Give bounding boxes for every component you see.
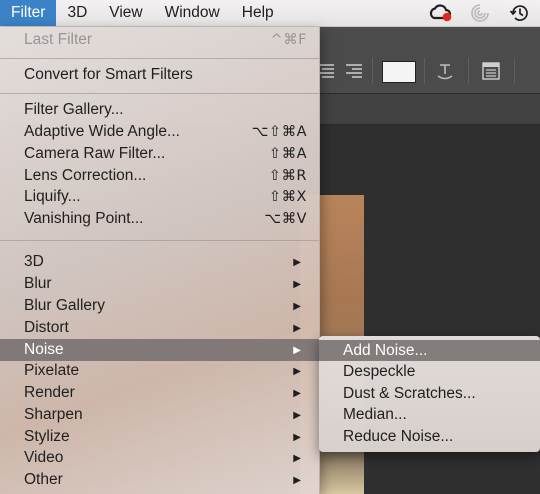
toolbar-divider bbox=[424, 58, 425, 84]
menu-separator bbox=[0, 240, 319, 241]
menubar: Filter 3D View Window Help bbox=[0, 0, 540, 27]
submenu-arrow-icon: ▶ bbox=[293, 387, 301, 399]
menubar-3d[interactable]: 3D bbox=[56, 0, 98, 26]
submenu-arrow-icon: ▶ bbox=[293, 344, 301, 356]
menu-item-label: Distort bbox=[24, 319, 69, 336]
menu-item-despeckle[interactable]: Despeckle bbox=[319, 361, 540, 382]
menu-item-lens-correction[interactable]: Lens Correction... ⇧⌘R bbox=[0, 165, 319, 187]
toolbar-divider bbox=[372, 58, 373, 84]
menu-item-label: Blur bbox=[24, 275, 52, 292]
menu-item-add-noise[interactable]: Add Noise... bbox=[319, 340, 540, 361]
menu-item-label: Vanishing Point... bbox=[24, 210, 144, 227]
menubar-filter[interactable]: Filter bbox=[0, 0, 57, 26]
menu-item-adaptive-wide-angle[interactable]: Adaptive Wide Angle... ⌥⇧⌘A bbox=[0, 121, 319, 143]
menu-item-label: Convert for Smart Filters bbox=[24, 66, 193, 83]
menu-item-label: Liquify... bbox=[24, 188, 81, 205]
menu-item-blur[interactable]: Blur ▶ bbox=[0, 273, 319, 295]
menu-item-label: Other bbox=[24, 471, 63, 488]
menu-item-distort[interactable]: Distort ▶ bbox=[0, 317, 319, 339]
menu-item-render[interactable]: Render ▶ bbox=[0, 382, 319, 404]
menubar-tray bbox=[420, 0, 540, 26]
menu-item-stylize[interactable]: Stylize ▶ bbox=[0, 426, 319, 448]
menu-item-camera-raw-filter[interactable]: Camera Raw Filter... ⇧⌘A bbox=[0, 143, 319, 165]
sync-spiral-icon[interactable] bbox=[460, 0, 500, 26]
creative-cloud-icon[interactable] bbox=[420, 0, 460, 26]
menu-item-median[interactable]: Median... bbox=[319, 404, 540, 425]
menubar-help[interactable]: Help bbox=[231, 0, 285, 26]
submenu-arrow-icon: ▶ bbox=[293, 452, 301, 464]
menu-item-vanishing-point[interactable]: Vanishing Point... ⌥⌘V bbox=[0, 208, 319, 230]
menu-item-noise[interactable]: Noise ▶ bbox=[0, 339, 319, 361]
menubar-view[interactable]: View bbox=[98, 0, 153, 26]
submenu-arrow-icon: ▶ bbox=[293, 409, 301, 421]
menu-item-3d[interactable]: 3D ▶ bbox=[0, 251, 319, 273]
menu-item-last-filter: Last Filter ^⌘F bbox=[0, 29, 319, 51]
submenu-arrow-icon: ▶ bbox=[293, 256, 301, 268]
time-machine-icon[interactable] bbox=[500, 0, 540, 26]
menu-item-sharpen[interactable]: Sharpen ▶ bbox=[0, 404, 319, 426]
menu-item-label: Video bbox=[24, 449, 64, 466]
noise-submenu: Add Noise... Despeckle Dust & Scratches.… bbox=[319, 336, 540, 452]
submenu-arrow-icon: ▶ bbox=[293, 278, 301, 290]
submenu-arrow-icon: ▶ bbox=[293, 322, 301, 334]
menu-item-label: Pixelate bbox=[24, 362, 80, 379]
menu-item-shortcut: ⇧⌘R bbox=[268, 168, 307, 184]
menu-item-shortcut: ^⌘F bbox=[270, 32, 307, 48]
menu-item-label: Filter Gallery... bbox=[24, 101, 124, 118]
menu-item-label: Lens Correction... bbox=[24, 167, 147, 184]
menu-item-convert-smart-filters[interactable]: Convert for Smart Filters bbox=[0, 64, 319, 86]
menu-item-pixelate[interactable]: Pixelate ▶ bbox=[0, 360, 319, 382]
menu-item-other[interactable]: Other ▶ bbox=[0, 469, 319, 491]
menu-item-label: Stylize bbox=[24, 428, 70, 445]
menu-separator bbox=[0, 93, 319, 94]
menu-item-liquify[interactable]: Liquify... ⇧⌘X bbox=[0, 186, 319, 208]
menu-item-shortcut: ⌥⌘V bbox=[264, 211, 307, 227]
toolbar-divider bbox=[514, 58, 515, 84]
menu-item-label: Camera Raw Filter... bbox=[24, 145, 166, 162]
menu-item-label: Sharpen bbox=[24, 406, 83, 423]
menu-item-shortcut: ⇧⌘X bbox=[268, 189, 307, 205]
character-panel-icon[interactable] bbox=[480, 60, 502, 82]
menu-item-label: Noise bbox=[24, 341, 64, 358]
menu-item-filter-gallery[interactable]: Filter Gallery... bbox=[0, 99, 319, 121]
text-color-swatch[interactable] bbox=[382, 61, 416, 83]
menu-item-label: 3D bbox=[24, 253, 44, 270]
submenu-arrow-icon: ▶ bbox=[293, 474, 301, 486]
menu-item-label: Render bbox=[24, 384, 75, 401]
toolbar-divider bbox=[468, 58, 469, 84]
submenu-arrow-icon: ▶ bbox=[293, 431, 301, 443]
filter-menu: Last Filter ^⌘F Convert for Smart Filter… bbox=[0, 27, 320, 494]
menu-item-video[interactable]: Video ▶ bbox=[0, 447, 319, 469]
warp-text-icon[interactable] bbox=[434, 60, 456, 82]
submenu-arrow-icon: ▶ bbox=[293, 365, 301, 377]
menu-item-blur-gallery[interactable]: Blur Gallery ▶ bbox=[0, 295, 319, 317]
menubar-window[interactable]: Window bbox=[154, 0, 231, 26]
submenu-arrow-icon: ▶ bbox=[293, 300, 301, 312]
menu-item-label: Last Filter bbox=[24, 31, 93, 48]
menu-item-shortcut: ⇧⌘A bbox=[268, 146, 307, 162]
menu-item-shortcut: ⌥⇧⌘A bbox=[251, 124, 307, 140]
menu-item-dust-scratches[interactable]: Dust & Scratches... bbox=[319, 383, 540, 404]
justify-icon[interactable] bbox=[344, 61, 364, 81]
menu-item-label: Adaptive Wide Angle... bbox=[24, 123, 180, 140]
menu-item-reduce-noise[interactable]: Reduce Noise... bbox=[319, 426, 540, 447]
menu-separator bbox=[0, 58, 319, 59]
menu-item-label: Blur Gallery bbox=[24, 297, 105, 314]
